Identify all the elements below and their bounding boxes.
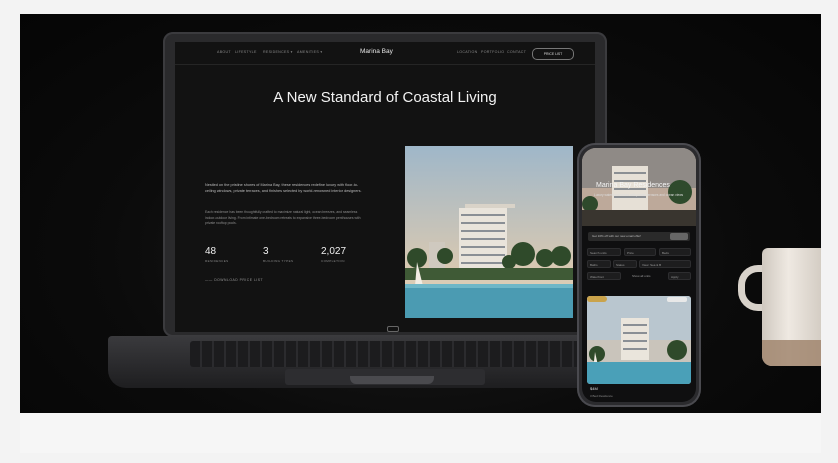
phone-filter-search[interactable]: Search units [587,248,621,256]
phone-filter-price[interactable]: Price [624,248,656,256]
site-nav: ABOUT LIFESTYLE RESIDENCES ▾ AMENITIES ▾… [175,42,595,65]
phone-filter-beds[interactable]: Beds [659,248,691,256]
laptop-keyboard [190,341,585,367]
stat-completion: 2,027 COMPLETION [321,246,346,263]
stat-residences: 48 RESIDENCES [205,246,229,263]
nav-item-location[interactable]: LOCATION [457,50,478,54]
listing-tag [667,297,687,302]
nav-item-amenities[interactable]: AMENITIES ▾ [297,50,322,54]
site-brand[interactable]: Marina Bay [360,48,393,55]
phone-apply-button[interactable]: Apply [668,272,691,280]
listing-badge [587,296,607,302]
phone-listing-card[interactable] [587,296,691,384]
nav-item-about[interactable]: ABOUT [217,50,231,54]
price-list-button[interactable]: PRICE LIST [532,48,574,60]
listing-caption: 3 Bed Residence [590,394,613,398]
laptop-notch [350,376,434,384]
scroll-indicator [387,326,399,332]
detail-paragraph: Each residence has been thoughtfully cra… [205,210,361,225]
nav-item-contact[interactable]: CONTACT [507,50,526,54]
phone-filter-view[interactable]: View: Sea & B [639,260,691,268]
listing-photo [587,296,691,384]
stat-value: 2,027 [321,246,347,257]
phone-screen: Marina Bay Residences Luxury waterfront … [582,148,696,402]
hero-title: A New Standard of Coastal Living [273,89,497,106]
phone-filter-status[interactable]: Status [613,260,637,268]
stat-label: RESIDENCES [205,259,229,263]
nav-item-residences[interactable]: RESIDENCES ▾ [263,50,293,54]
phone-promo-text: Get 10% off with our new email offer! [592,234,642,238]
stat-value: 3 [263,246,269,257]
download-price-list-link[interactable]: —— DOWNLOAD PRICE LIST [205,278,263,282]
listing-price: $4M [590,386,598,391]
residence-photo [405,146,573,318]
stat-label: COMPLETION [321,259,345,263]
nav-item-portfolio[interactable]: PORTFOLIO [481,50,504,54]
intro-paragraph: Nestled on the pristine shores of Marina… [205,183,362,193]
phone-title: Marina Bay Residences [596,182,670,189]
nav-item-lifestyle[interactable]: LIFESTYLE [235,50,257,54]
mug-band [762,340,821,366]
phone-filter-waterfront[interactable]: Waterfront [587,272,621,280]
phone-show-all[interactable]: Show all units [630,272,666,280]
laptop-screen: ABOUT LIFESTYLE RESIDENCES ▾ AMENITIES ▾… [175,42,595,332]
stat-building-types: 3 BUILDING TYPES [263,246,293,263]
phone-promo-button[interactable] [670,233,688,240]
stat-label: BUILDING TYPES [263,259,294,263]
phone-filter-baths[interactable]: Baths [587,260,611,268]
caption-area [20,413,821,453]
stat-value: 48 [205,246,217,257]
phone-subtitle: Luxury waterfront homes with private ter… [594,193,684,197]
